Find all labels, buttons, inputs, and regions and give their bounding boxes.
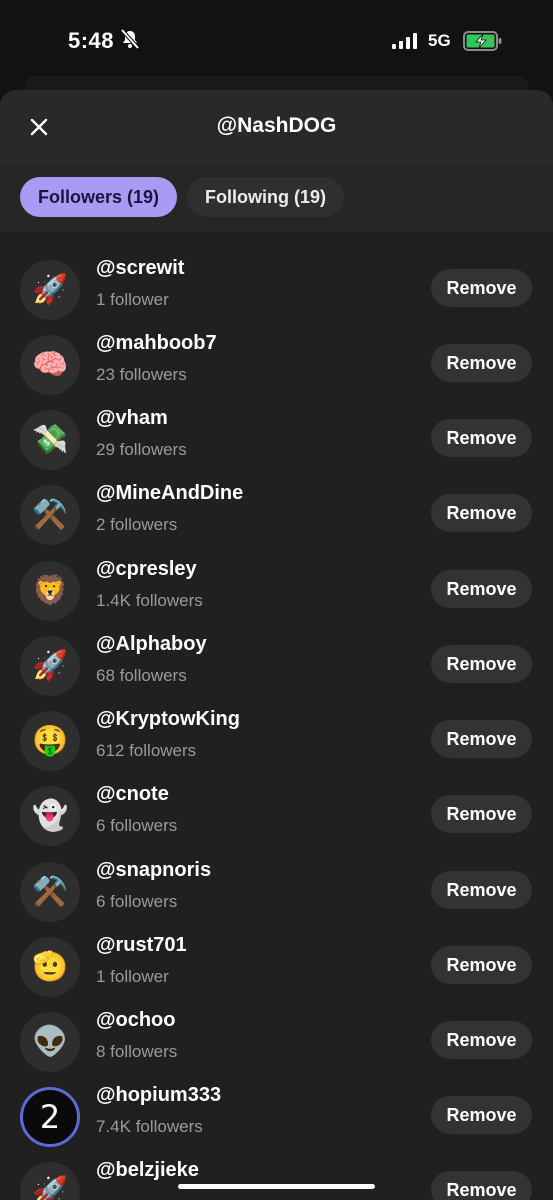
list-item[interactable]: 🚀 @screwit 1 follower Remove <box>0 250 553 325</box>
money-mouth-face-icon[interactable]: 🤑 <box>20 711 80 771</box>
follower-count: 612 followers <box>96 741 197 760</box>
follower-count: 2 followers <box>96 515 178 534</box>
remove-button[interactable]: Remove <box>431 419 532 457</box>
saluting-face-icon[interactable]: 🫡 <box>20 937 80 997</box>
list-item[interactable]: 💸 @vham 29 followers Remove <box>0 400 553 475</box>
username[interactable]: @cpresley <box>96 558 197 581</box>
brain-icon[interactable]: 🧠 <box>20 335 80 395</box>
list-item[interactable]: 🦁 @cpresley 1.4K followers Remove <box>0 551 553 626</box>
tab-followers[interactable]: Followers (19) <box>20 177 177 217</box>
rocket-icon[interactable]: 🚀 <box>20 260 80 320</box>
follower-count: 1 follower <box>96 967 169 986</box>
follower-count: 29 followers <box>96 440 187 459</box>
tab-bar: Followers (19) Following (19) <box>0 164 553 232</box>
follower-count: 6 followers <box>96 892 178 911</box>
follower-count: 1 follower <box>96 290 169 309</box>
lion-icon[interactable]: 🦁 <box>20 561 80 621</box>
follower-count: 8 followers <box>96 1042 178 1061</box>
username[interactable]: @MineAndDine <box>96 482 243 505</box>
list-item[interactable]: 👽 @ochoo 8 followers Remove <box>0 1002 553 1077</box>
username[interactable]: @rust701 <box>96 934 187 957</box>
remove-button[interactable]: Remove <box>431 344 532 382</box>
follower-count: 68 followers <box>96 666 187 685</box>
list-item[interactable]: 🚀 @Alphaboy 68 followers Remove <box>0 626 553 701</box>
list-item[interactable]: 👻 @cnote 6 followers Remove <box>0 776 553 851</box>
list-item[interactable]: 🤑 @KryptowKing 612 followers Remove <box>0 701 553 776</box>
network-type: 5G <box>428 31 451 50</box>
list-item[interactable]: 2 @hopium333 7.4K followers Remove <box>0 1077 553 1152</box>
username[interactable]: @KryptowKing <box>96 708 240 731</box>
home-indicator <box>178 1184 375 1189</box>
username[interactable]: @belzjieke <box>96 1159 199 1182</box>
remove-button[interactable]: Remove <box>431 494 532 532</box>
rocket-icon[interactable]: 🚀 <box>20 636 80 696</box>
remove-button[interactable]: Remove <box>431 720 532 758</box>
tab-following[interactable]: Following (19) <box>187 177 344 217</box>
sheet-header: @NashDOG <box>0 90 553 164</box>
rocket-icon[interactable]: 🚀 <box>20 1162 80 1200</box>
remove-button[interactable]: Remove <box>431 1096 532 1134</box>
cellular-signal-icon <box>392 33 417 49</box>
follower-count: 7.4K followers <box>96 1117 203 1136</box>
ghost-icon[interactable]: 👻 <box>20 786 80 846</box>
follower-count: 1.4K followers <box>96 591 203 610</box>
remove-button[interactable]: Remove <box>431 946 532 984</box>
status-time: 5:48 <box>68 28 115 53</box>
username[interactable]: @cnote <box>96 783 169 806</box>
username[interactable]: @snapnoris <box>96 859 211 882</box>
username[interactable]: @vham <box>96 407 168 430</box>
hammer-pick-icon[interactable]: ⚒️ <box>20 862 80 922</box>
alien-icon[interactable]: 👽 <box>20 1012 80 1072</box>
username[interactable]: @ochoo <box>96 1009 176 1032</box>
number-two-ring-icon[interactable]: 2 <box>20 1087 80 1147</box>
username[interactable]: @screwit <box>96 257 184 280</box>
status-bar: 5:48 5G <box>0 0 553 80</box>
remove-button[interactable]: Remove <box>431 1171 532 1200</box>
money-wings-icon[interactable]: 💸 <box>20 410 80 470</box>
page-title: @NashDOG <box>216 114 337 137</box>
username[interactable]: @hopium333 <box>96 1084 221 1107</box>
remove-button[interactable]: Remove <box>431 795 532 833</box>
remove-button[interactable]: Remove <box>431 570 532 608</box>
list-item[interactable]: 🧠 @mahboob7 23 followers Remove <box>0 325 553 400</box>
username[interactable]: @Alphaboy <box>96 633 207 656</box>
list-item[interactable]: ⚒️ @MineAndDine 2 followers Remove <box>0 475 553 550</box>
hammer-pick-icon[interactable]: ⚒️ <box>20 485 80 545</box>
remove-button[interactable]: Remove <box>431 645 532 683</box>
username[interactable]: @mahboob7 <box>96 332 217 355</box>
remove-button[interactable]: Remove <box>431 871 532 909</box>
list-item[interactable]: 🚀 @belzjieke Remove <box>0 1152 553 1200</box>
bell-slash-icon <box>121 29 139 49</box>
remove-button[interactable]: Remove <box>431 269 532 307</box>
remove-button[interactable]: Remove <box>431 1021 532 1059</box>
battery-charging-icon <box>463 31 502 51</box>
followers-sheet: @NashDOG Followers (19) Following (19) 🚀… <box>0 90 553 1200</box>
follower-count: 6 followers <box>96 816 178 835</box>
list-item[interactable]: ⚒️ @snapnoris 6 followers Remove <box>0 852 553 927</box>
list-item[interactable]: 🫡 @rust701 1 follower Remove <box>0 927 553 1002</box>
follower-count: 23 followers <box>96 365 187 384</box>
